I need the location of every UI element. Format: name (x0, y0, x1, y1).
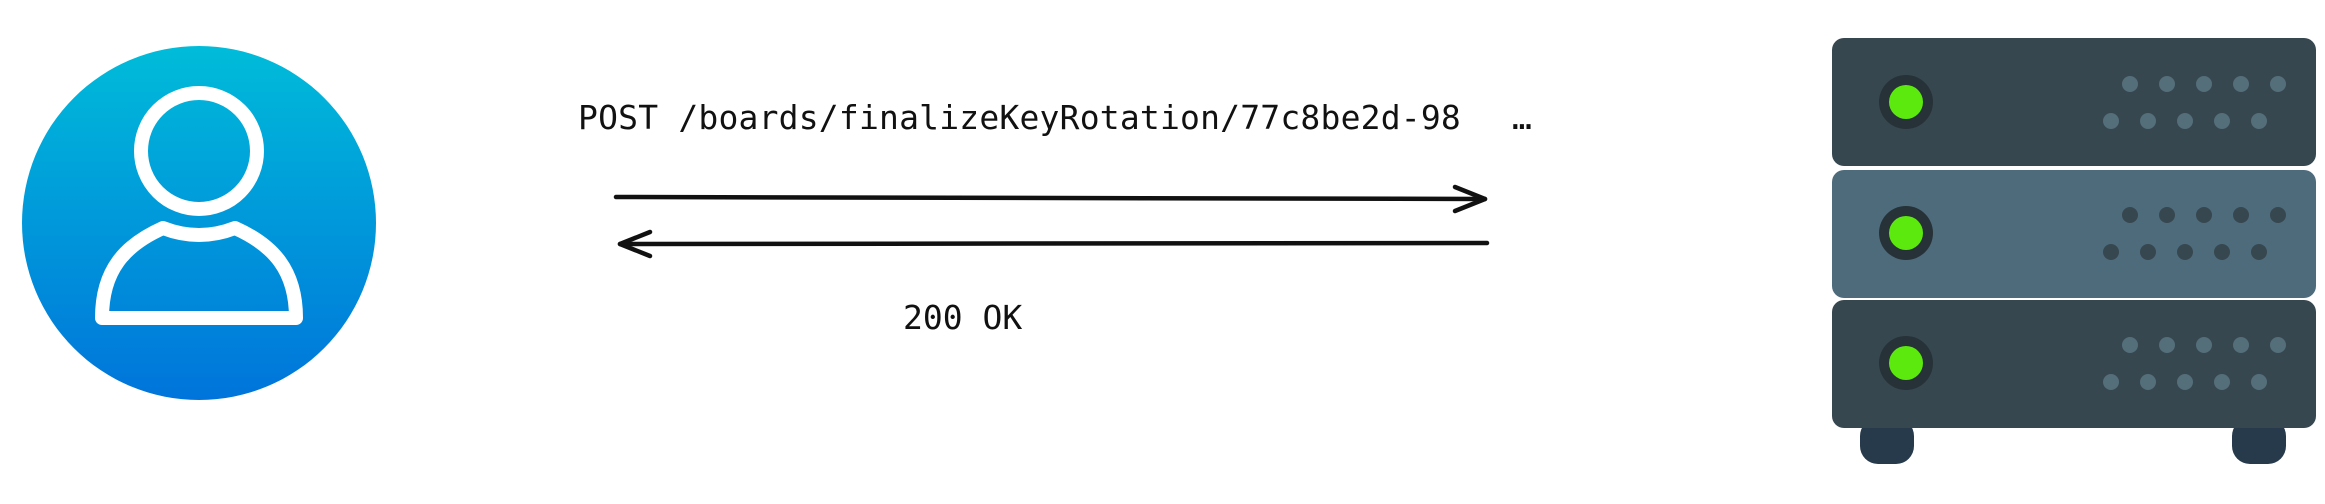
request-label: POST /boards/finalizeKeyRotation/77c8be2… (578, 98, 1461, 137)
user-icon (22, 46, 376, 400)
diagram-canvas (22, 38, 2316, 464)
server-unit-2 (1832, 170, 2316, 298)
response-arrow (617, 229, 1490, 259)
server-rack-icon (1832, 38, 2316, 464)
server-unit-1 (1832, 38, 2316, 166)
response-label: 200 OK (903, 298, 1023, 337)
sequence-diagram: POST /boards/finalizeKeyRotation/77c8be2… (0, 0, 2325, 504)
request-arrow (613, 184, 1488, 214)
request-label-ellipsis: … (1512, 98, 1532, 137)
server-unit-3 (1832, 300, 2316, 428)
